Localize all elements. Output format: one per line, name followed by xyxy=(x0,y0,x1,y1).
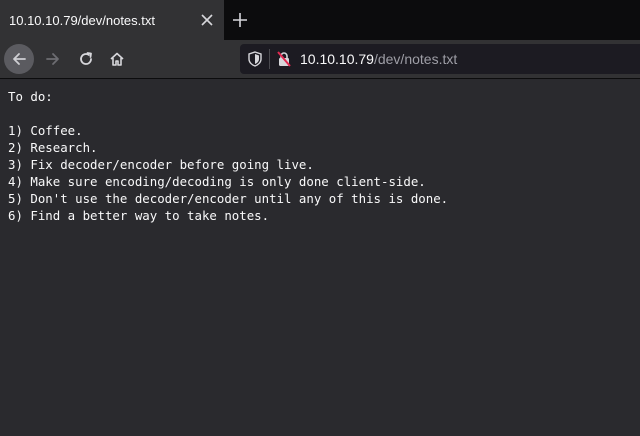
url-text[interactable]: 10.10.10.79/dev/notes.txt xyxy=(300,51,457,67)
back-button[interactable] xyxy=(4,44,34,74)
notes-line xyxy=(8,105,448,122)
url-host: 10.10.10.79 xyxy=(300,51,374,67)
notes-line: 1) Coffee. xyxy=(8,123,83,138)
page-content: To do: 1) Coffee. 2) Research. 3) Fix decod… xyxy=(0,79,640,436)
home-icon xyxy=(110,52,124,66)
notes-line: 2) Research. xyxy=(8,140,98,155)
plus-icon[interactable] xyxy=(232,12,248,28)
url-divider xyxy=(269,49,270,69)
notes-line: 6) Find a better way to take notes. xyxy=(8,208,270,223)
shield-icon[interactable] xyxy=(248,51,262,67)
notes-line: 5) Don't use the decoder/encoder until a… xyxy=(8,191,449,206)
insecure-lock-icon[interactable] xyxy=(276,51,292,67)
notes-line: To do: xyxy=(8,89,53,104)
notes-text: To do: 1) Coffee. 2) Research. 3) Fix decod… xyxy=(8,88,448,224)
notes-line: 3) Fix decoder/encoder before going live… xyxy=(8,157,314,172)
reload-button[interactable] xyxy=(71,44,101,74)
active-tab[interactable]: 10.10.10.79/dev/notes.txt xyxy=(0,0,224,40)
url-path: /dev/notes.txt xyxy=(373,51,458,67)
tab-strip: 10.10.10.79/dev/notes.txt xyxy=(0,0,640,40)
forward-button[interactable] xyxy=(38,44,68,74)
arrow-left-icon xyxy=(13,53,26,65)
address-bar[interactable]: 10.10.10.79/dev/notes.txt xyxy=(240,44,640,74)
close-icon[interactable] xyxy=(200,13,214,27)
arrow-right-icon xyxy=(46,53,59,65)
tab-title: 10.10.10.79/dev/notes.txt xyxy=(9,13,155,28)
notes-line: 4) Make sure encoding/decoding is only d… xyxy=(8,174,426,189)
home-button[interactable] xyxy=(102,44,132,74)
reload-icon xyxy=(80,52,92,65)
navigation-toolbar: 10.10.10.79/dev/notes.txt xyxy=(0,40,640,79)
